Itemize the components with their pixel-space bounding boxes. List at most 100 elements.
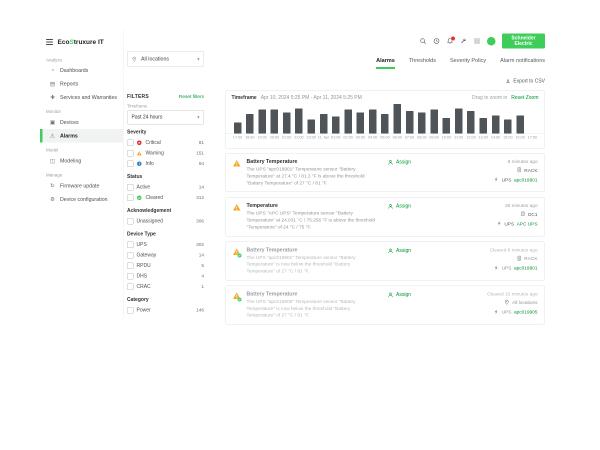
checkbox[interactable]	[127, 161, 134, 168]
menu-hamburger-icon[interactable]	[46, 39, 53, 45]
alarm-device-link[interactable]: APC UPS	[517, 221, 538, 227]
services-icon: ✚	[49, 94, 56, 101]
location-filter-dropdown[interactable]: All locations ▾	[127, 51, 204, 67]
alarm-device: UPSapc019901	[494, 177, 538, 184]
chart-tick-label: 23:00	[305, 135, 317, 140]
chart-bar	[455, 108, 463, 133]
sidebar-item-reports[interactable]: ▤Reports	[40, 77, 123, 91]
checkbox[interactable]	[127, 150, 134, 157]
filter-group-label: Status	[127, 174, 204, 180]
sidebar-item-modeling[interactable]: ◫Modeling	[40, 154, 123, 168]
checkbox[interactable]	[127, 252, 134, 259]
alarm-location: All locations	[504, 299, 537, 306]
export-to-csv-button[interactable]: Export to CSV	[505, 78, 545, 84]
checkbox[interactable]	[127, 263, 134, 270]
notifications-bell-icon[interactable]	[447, 38, 454, 45]
chart-bar-slot	[256, 103, 268, 134]
bolt-icon	[494, 309, 500, 316]
alarm-device-type: UPS	[502, 310, 512, 316]
sidebar-section-label: Manage	[40, 168, 123, 180]
person-icon	[388, 248, 394, 256]
schneider-electric-logo: Schneider Electric	[502, 34, 545, 49]
download-icon	[505, 78, 511, 84]
chart-tick-label: 08:00	[416, 135, 428, 140]
cleared-warning-icon	[233, 247, 243, 275]
sidebar-item-alarms[interactable]: ⚠Alarms	[40, 129, 123, 143]
chart-bar	[258, 110, 266, 134]
chart-bar	[516, 115, 524, 133]
tab-alarm-notifications[interactable]: Alarm notifications	[500, 58, 545, 70]
filter-option-gateway[interactable]: Gateway14	[127, 250, 204, 261]
chart-bar-slot	[404, 103, 416, 134]
filter-option-info[interactable]: Info94	[127, 159, 204, 170]
assign-button[interactable]: Assign	[388, 291, 458, 319]
assign-button[interactable]: Assign	[388, 247, 458, 275]
apps-grid-icon[interactable]	[474, 38, 481, 45]
filter-option-crac[interactable]: CRAC1	[127, 282, 204, 293]
checkbox[interactable]	[127, 273, 134, 280]
checkbox[interactable]	[127, 218, 134, 225]
reset-zoom-link[interactable]: Reset Zoom	[511, 95, 538, 101]
checkbox[interactable]	[127, 284, 134, 291]
filter-option-dhs[interactable]: DHS4	[127, 271, 204, 282]
tab-severity-policy[interactable]: Severity Policy	[450, 58, 486, 70]
assign-button[interactable]: Assign	[388, 159, 458, 187]
tab-thresholds[interactable]: Thresholds	[409, 58, 436, 70]
alarm-device-type: UPS	[502, 266, 512, 272]
filter-option-ups[interactable]: UPS302	[127, 240, 204, 251]
checkbox[interactable]	[127, 140, 134, 147]
checkbox[interactable]	[127, 307, 134, 314]
alarm-timestamp: Cleared 8 minutes ago	[490, 247, 538, 253]
alarm-histogram[interactable]	[226, 103, 545, 135]
tab-alarms[interactable]: Alarms	[376, 58, 395, 70]
filter-option-unassigned[interactable]: Unassigned306	[127, 216, 204, 227]
sidebar-item-devices[interactable]: ▣Devices	[40, 116, 123, 130]
filter-option-warning[interactable]: Warning151	[127, 148, 204, 159]
alarm-description: The UPS "apc019901" Temperature sensor "…	[247, 254, 378, 275]
filter-option-label: Warning	[146, 151, 194, 157]
timeframe-select[interactable]: Past 24 hours ▾	[127, 110, 204, 125]
chart-tick-label: 22:00	[293, 135, 305, 140]
chart-bar-slot	[477, 103, 489, 134]
alarm-summary: Battery TemperatureThe UPS "apc019901" T…	[233, 247, 383, 275]
alarm-list: Battery TemperatureThe UPS "apc019901" T…	[225, 153, 545, 325]
chart-bar-slot	[490, 103, 502, 134]
timeline-range: Apr 10, 2024 5:25 PM - Apr 11, 2024 5:25…	[261, 95, 362, 101]
sidebar-item-dashboards[interactable]: ◔Dashboards	[40, 64, 123, 77]
chart-tick-label: 05:00	[379, 135, 391, 140]
alarm-description: The UPS "apc019901" Temperature sensor "…	[247, 166, 378, 187]
alarm-device-link[interactable]: apc019905	[514, 310, 538, 316]
reports-icon: ▤	[49, 81, 56, 88]
filter-option-count: 4	[201, 274, 204, 280]
chart-bar	[307, 120, 315, 134]
ecostruxure-app: EcoStruxure IT Analyze◔Dashboards▤Report…	[0, 0, 600, 450]
filter-option-active[interactable]: Active14	[127, 182, 204, 193]
filter-option-critical[interactable]: Critical81	[127, 138, 204, 149]
sidebar-item-firmware-update[interactable]: ↻Firmware update	[40, 179, 123, 193]
alarm-device-link[interactable]: apc019901	[514, 266, 538, 272]
chart-bar-slot	[391, 103, 403, 134]
reset-filters-link[interactable]: Reset filters	[179, 94, 204, 100]
chart-bar-slot	[232, 103, 244, 134]
history-icon[interactable]	[433, 38, 440, 45]
person-icon	[388, 160, 394, 168]
dashboards-icon: ◔	[49, 68, 56, 74]
filter-option-cleared[interactable]: Cleared312	[127, 193, 204, 204]
filter-option-count: 306	[196, 219, 204, 225]
assign-button[interactable]: Assign	[388, 203, 458, 231]
alarm-timestamp: 26 minutes ago	[505, 203, 537, 209]
sidebar-item-device-configuration[interactable]: ⚙Device configuration	[40, 193, 123, 207]
tools-icon[interactable]	[460, 38, 467, 45]
sidebar-item-services-and-warranties[interactable]: ✚Services and Warranties	[40, 91, 123, 105]
checkbox[interactable]	[127, 184, 134, 191]
filter-option-power[interactable]: Power146	[127, 305, 204, 316]
filter-option-rpdu[interactable]: RPDU5	[127, 261, 204, 272]
alarm-device-type: UPS	[504, 221, 514, 227]
search-icon[interactable]	[420, 38, 427, 45]
checkbox[interactable]	[127, 242, 134, 249]
alarm-device-link[interactable]: apc019901	[514, 177, 538, 183]
checkbox[interactable]	[127, 195, 134, 202]
location-pin-icon	[132, 56, 138, 62]
chart-bar-slot	[268, 103, 280, 134]
user-avatar[interactable]	[487, 37, 496, 46]
